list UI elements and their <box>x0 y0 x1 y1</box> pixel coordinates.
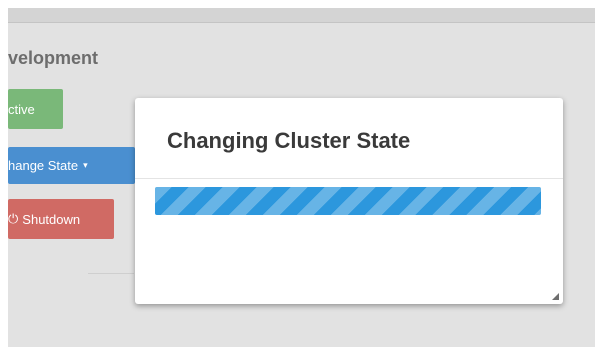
progress-bar-fill <box>155 187 541 215</box>
changing-state-dialog: Changing Cluster State <box>135 98 563 304</box>
resize-handle-icon[interactable] <box>552 293 559 300</box>
dialog-title: Changing Cluster State <box>167 128 411 153</box>
section-title: velopment <box>8 48 99 68</box>
shutdown-label: Shutdown <box>22 211 81 227</box>
app-frame: velopment ctive hange State ▾ ⏻ Shutdown… <box>8 8 595 347</box>
dialog-divider <box>135 178 563 179</box>
divider <box>88 273 134 274</box>
shutdown-button[interactable]: ⏻ Shutdown <box>8 199 114 239</box>
change-state-button[interactable]: hange State ▾ <box>8 147 135 184</box>
active-status-button[interactable]: ctive <box>8 89 63 129</box>
progress-bar <box>155 187 541 215</box>
change-state-label: hange State <box>8 158 79 173</box>
active-status-label: ctive <box>8 101 35 117</box>
top-bar <box>8 8 595 23</box>
power-icon: ⏻ <box>8 211 19 226</box>
chevron-down-icon: ▾ <box>83 160 88 170</box>
